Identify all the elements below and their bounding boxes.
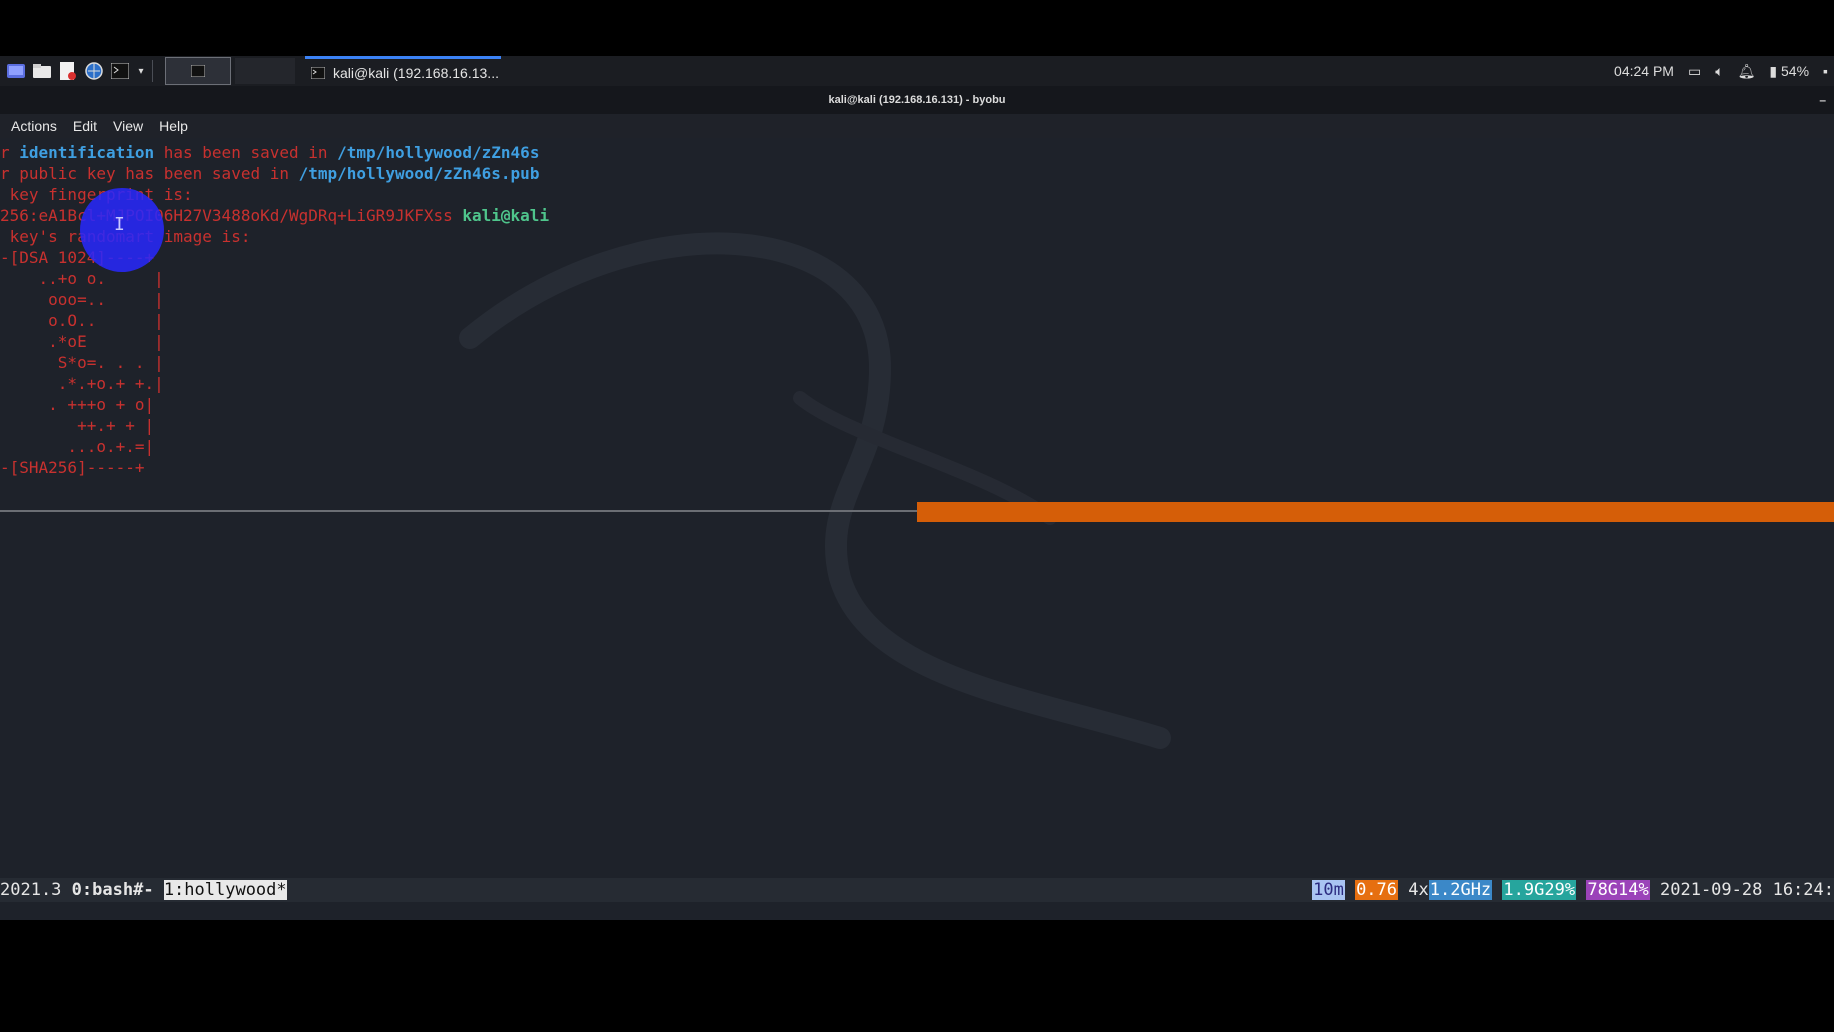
terminal-text-segment: identification — [19, 143, 155, 162]
terminal-text-segment: ooo=.. | — [0, 290, 164, 309]
clock[interactable]: 04:24 PM — [1614, 63, 1674, 79]
terminal-line: .*.+o.+ +.| — [0, 373, 549, 394]
terminal-text-segment: /tmp/hollywood/zZn46s.pub — [298, 164, 540, 183]
menu-actions[interactable]: Actions — [11, 118, 57, 134]
terminal-text-segment: ++.+ + | — [0, 416, 155, 435]
terminal-line: -[SHA256]-----+ — [0, 457, 549, 478]
desktop-icon[interactable] — [6, 61, 26, 81]
terminal-area[interactable]: r identification has been saved in /tmp/… — [0, 138, 1834, 920]
window-titlebar: kali@kali (192.168.16.131) - byobu – — [0, 86, 1834, 114]
terminal-line: o.O.. | — [0, 310, 549, 331]
terminal-text-segment: r public key has been saved in — [0, 164, 299, 183]
workspace-2-button[interactable] — [235, 58, 295, 84]
battery-indicator[interactable]: ▮ 54% — [1769, 63, 1809, 80]
workspace-1-button[interactable] — [165, 57, 231, 85]
terminal-text-segment: /tmp/hollywood/zZn46s — [337, 143, 540, 162]
menu-bar: Actions Edit View Help — [0, 114, 1834, 138]
terminal-line: r identification has been saved in /tmp/… — [0, 142, 549, 163]
terminal-text-segment: . +++o + o| — [0, 395, 155, 414]
display-icon[interactable]: ▭ — [1688, 63, 1701, 80]
cpu-freq-badge: 1.2GHz — [1428, 880, 1493, 900]
memory-badge: 1.9G29% — [1502, 880, 1577, 900]
terminal-line: ...o.+.=| — [0, 436, 549, 457]
terminal-window-icon — [311, 66, 325, 79]
terminal-line: -[DSA 1024]----+ — [0, 247, 549, 268]
terminal-line: ooo=.. | — [0, 289, 549, 310]
load-badge: 0.76 — [1355, 880, 1399, 900]
byobu-version: 2021.3 — [0, 880, 62, 900]
uptime-badge: 10m — [1312, 880, 1345, 900]
terminal-text-segment: r — [0, 143, 20, 162]
terminal-line: .*oE | — [0, 331, 549, 352]
terminal-text-segment: -[SHA256]-----+ — [0, 458, 145, 477]
taskbar-window-title: kali@kali (192.168.16.13... — [333, 64, 499, 81]
terminal-line: ++.+ + | — [0, 415, 549, 436]
terminal-text-segment: 256:eA1Bcl+MJPOI06H27V3488oKd/WgDRq+LiGR… — [0, 206, 463, 225]
browser-icon[interactable] — [84, 61, 104, 81]
cpu-count: 4x — [1408, 880, 1429, 900]
terminal-text-segment: S*o=. . . | — [0, 353, 164, 372]
terminal-line: . +++o + o| — [0, 394, 549, 415]
terminal-text-segment: o.O.. | — [0, 311, 164, 330]
byobu-status-bar: 2021.3 0:bash#- 1:hollywood* 10m 0.76 4x… — [0, 878, 1834, 902]
window-tab-hollywood[interactable]: 1:hollywood* — [163, 880, 287, 900]
terminal-line: ..+o o. | — [0, 268, 549, 289]
terminal-icon[interactable] — [110, 61, 130, 81]
taskbar: ▾ kali@kali (192.168.16.13... 04:24 PM ▭… — [0, 56, 1834, 86]
text-cursor-icon: I — [114, 214, 125, 235]
window-tab-bash[interactable]: 0:bash#- — [72, 880, 154, 900]
menu-view[interactable]: View — [113, 118, 143, 134]
notification-bell-icon[interactable]: 🔔︎ — [1738, 63, 1756, 80]
terminal-text-segment: has been saved in — [154, 143, 338, 162]
active-pane-indicator — [917, 502, 1834, 522]
terminal-line: r public key has been saved in /tmp/holl… — [0, 163, 549, 184]
terminal-output: r identification has been saved in /tmp/… — [0, 142, 549, 478]
status-datetime: 2021-09-28 16:24: — [1660, 880, 1834, 900]
taskbar-window-button[interactable]: kali@kali (192.168.16.13... — [305, 56, 501, 86]
disk-badge: 78G14% — [1586, 880, 1650, 900]
battery-percent: 54% — [1781, 62, 1810, 79]
terminal-line: key fingerprint is: — [0, 184, 549, 205]
text-editor-icon[interactable] — [58, 61, 78, 81]
menu-edit[interactable]: Edit — [73, 118, 97, 134]
terminal-text-segment: ...o.+.=| — [0, 437, 155, 456]
menu-help[interactable]: Help — [159, 118, 188, 134]
terminal-text-segment: .*oE | — [0, 332, 164, 351]
minimize-button[interactable]: – — [1819, 86, 1826, 114]
terminal-text-segment: .*.+o.+ +.| — [0, 374, 164, 393]
terminal-line: S*o=. . . | — [0, 352, 549, 373]
pane-divider[interactable] — [0, 510, 917, 512]
taskbar-separator — [152, 60, 153, 82]
lock-icon[interactable]: ▪ — [1823, 63, 1828, 79]
folder-icon[interactable] — [32, 61, 52, 81]
terminal-text-segment: ..+o o. | — [0, 269, 164, 288]
chevron-down-icon[interactable]: ▾ — [136, 61, 146, 81]
window-title: kali@kali (192.168.16.131) - byobu — [828, 94, 1006, 106]
volume-icon[interactable]: 🔈︎ — [1715, 63, 1723, 80]
terminal-text-segment: kali@kali — [462, 206, 550, 225]
